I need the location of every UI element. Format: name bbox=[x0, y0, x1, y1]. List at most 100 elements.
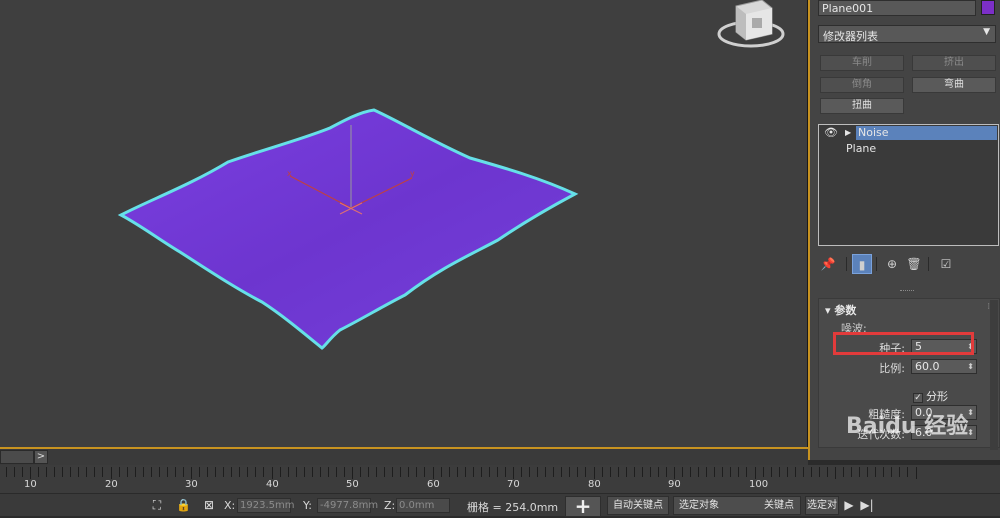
set-key-plus-icon[interactable]: + bbox=[565, 496, 601, 517]
next-frame-button[interactable]: > bbox=[34, 450, 48, 464]
track-tick bbox=[223, 467, 224, 477]
stack-item-label: Plane bbox=[846, 142, 877, 155]
track-tick bbox=[408, 467, 409, 477]
track-tick bbox=[288, 467, 289, 477]
track-tick bbox=[78, 467, 79, 477]
fractal-checkbox[interactable]: ✓ 分形 bbox=[913, 388, 948, 404]
make-unique-icon[interactable]: ⊕ bbox=[882, 254, 902, 274]
track-tick bbox=[215, 467, 216, 477]
track-tick bbox=[883, 467, 884, 477]
time-slider-thumb[interactable] bbox=[0, 450, 34, 464]
track-tick bbox=[819, 467, 820, 477]
scene-canvas[interactable]: x y bbox=[0, 0, 808, 448]
stack-item-plane[interactable]: Plane bbox=[819, 141, 998, 157]
track-tick-label: 80 bbox=[588, 479, 601, 490]
bend-button[interactable]: 弯曲 bbox=[912, 77, 996, 93]
track-tick bbox=[86, 467, 87, 477]
track-tick bbox=[521, 467, 522, 477]
track-tick bbox=[787, 467, 788, 477]
track-tick bbox=[280, 467, 281, 477]
key-filter-button[interactable]: 选定对 bbox=[805, 496, 839, 515]
track-tick-label: 10 bbox=[24, 479, 37, 490]
track-tick bbox=[771, 467, 772, 477]
track-tick bbox=[143, 467, 144, 477]
track-tick bbox=[255, 467, 256, 477]
track-tick bbox=[698, 467, 699, 477]
spinner-arrows-icon[interactable]: ⬍ bbox=[967, 426, 974, 439]
play-icon[interactable]: ▶ bbox=[842, 498, 856, 512]
noise-plane-mesh bbox=[117, 108, 579, 350]
track-tick bbox=[352, 467, 353, 479]
object-color-swatch[interactable] bbox=[981, 0, 995, 15]
checkmark-icon: ✓ bbox=[913, 393, 923, 403]
track-tick bbox=[610, 467, 611, 477]
baidu-watermark: Baidu 经验 bbox=[846, 414, 969, 439]
modifier-list-dropdown[interactable]: 修改器列表 ▼ bbox=[818, 25, 996, 43]
track-tick bbox=[296, 467, 297, 477]
track-tick bbox=[231, 467, 232, 477]
track-tick bbox=[497, 467, 498, 477]
modifier-stack: 👁 ▶ Noise Plane bbox=[818, 124, 999, 246]
lathe-button[interactable]: 车削 bbox=[820, 55, 904, 71]
y-coordinate-field[interactable]: -4977.8mm bbox=[317, 498, 378, 513]
track-tick bbox=[561, 467, 562, 477]
track-tick bbox=[505, 467, 506, 477]
stack-item-label: Noise bbox=[858, 126, 889, 139]
fractal-label: 分形 bbox=[926, 390, 948, 403]
configure-sets-icon[interactable]: ☑ bbox=[936, 254, 956, 274]
spinner-arrows-icon[interactable]: ⬍ bbox=[967, 360, 974, 373]
track-tick bbox=[94, 467, 95, 477]
track-tick bbox=[602, 467, 603, 477]
command-panel: Plane001 修改器列表 ▼ 车削 挤出 倒角 弯曲 扭曲 👁 ▶ Nois… bbox=[808, 0, 1000, 460]
track-tick bbox=[151, 467, 152, 477]
track-tick bbox=[127, 467, 128, 477]
track-tick bbox=[14, 467, 15, 477]
track-tick bbox=[62, 467, 63, 477]
rollout-title[interactable]: ▾ 参数 bbox=[825, 302, 856, 318]
grid-size-label: 栅格 = 254.0mm bbox=[467, 501, 559, 514]
spinner-arrows-icon[interactable]: ⬍ bbox=[967, 406, 974, 419]
track-bar[interactable]: 10 20 30 40 50 60 70 80 90 100 bbox=[0, 465, 1000, 493]
track-tick bbox=[473, 467, 474, 477]
lock-icon[interactable]: 🔒 bbox=[176, 498, 191, 512]
z-coordinate-field[interactable]: 0.0mm bbox=[396, 498, 450, 513]
auto-key-button[interactable]: 自动关键点 bbox=[607, 496, 669, 515]
track-tick-label: 60 bbox=[427, 479, 440, 490]
scale-spinner[interactable]: 60.0 ⬍ bbox=[911, 359, 977, 374]
remove-modifier-icon[interactable]: 🗑 bbox=[904, 254, 924, 274]
track-tick bbox=[183, 467, 184, 477]
track-tick bbox=[851, 467, 852, 477]
track-tick bbox=[811, 467, 812, 477]
rollout-grip[interactable] bbox=[900, 290, 914, 293]
perspective-viewport[interactable]: x y bbox=[0, 0, 808, 448]
track-tick bbox=[449, 467, 450, 477]
viewcube-icon[interactable] bbox=[716, 0, 786, 52]
extrude-button[interactable]: 挤出 bbox=[912, 55, 996, 71]
selected-object-dropdown[interactable]: 选定对象 关键点 bbox=[673, 496, 801, 515]
track-tick bbox=[304, 467, 305, 477]
object-name-field[interactable]: Plane001 bbox=[818, 0, 976, 16]
track-tick bbox=[70, 467, 71, 477]
stack-item-noise[interactable]: 👁 ▶ Noise bbox=[819, 125, 998, 141]
isolate-selection-icon[interactable]: ⛶ bbox=[150, 498, 164, 512]
absolute-mode-icon[interactable]: ⊠ bbox=[202, 498, 216, 512]
twist-button[interactable]: 扭曲 bbox=[820, 98, 904, 114]
track-tick bbox=[682, 467, 683, 477]
track-tick bbox=[626, 467, 627, 477]
track-tick bbox=[674, 467, 675, 479]
panel-scrollbar[interactable] bbox=[990, 300, 998, 450]
scale-label: 比例: bbox=[879, 362, 905, 375]
chamfer-button[interactable]: 倒角 bbox=[820, 77, 904, 93]
eye-icon[interactable]: 👁 bbox=[824, 125, 838, 141]
track-tick bbox=[102, 467, 103, 477]
track-tick bbox=[795, 467, 796, 477]
time-slider[interactable]: > bbox=[0, 449, 808, 465]
track-tick bbox=[553, 467, 554, 477]
show-end-result-icon[interactable]: ▮ bbox=[852, 254, 872, 274]
track-tick bbox=[843, 467, 844, 477]
pin-stack-icon[interactable]: 📌 bbox=[818, 254, 838, 274]
next-key-icon[interactable]: ▶| bbox=[860, 498, 874, 512]
x-coordinate-field[interactable]: 1923.5mm bbox=[237, 498, 294, 513]
track-tick bbox=[690, 467, 691, 477]
track-tick bbox=[30, 467, 31, 479]
